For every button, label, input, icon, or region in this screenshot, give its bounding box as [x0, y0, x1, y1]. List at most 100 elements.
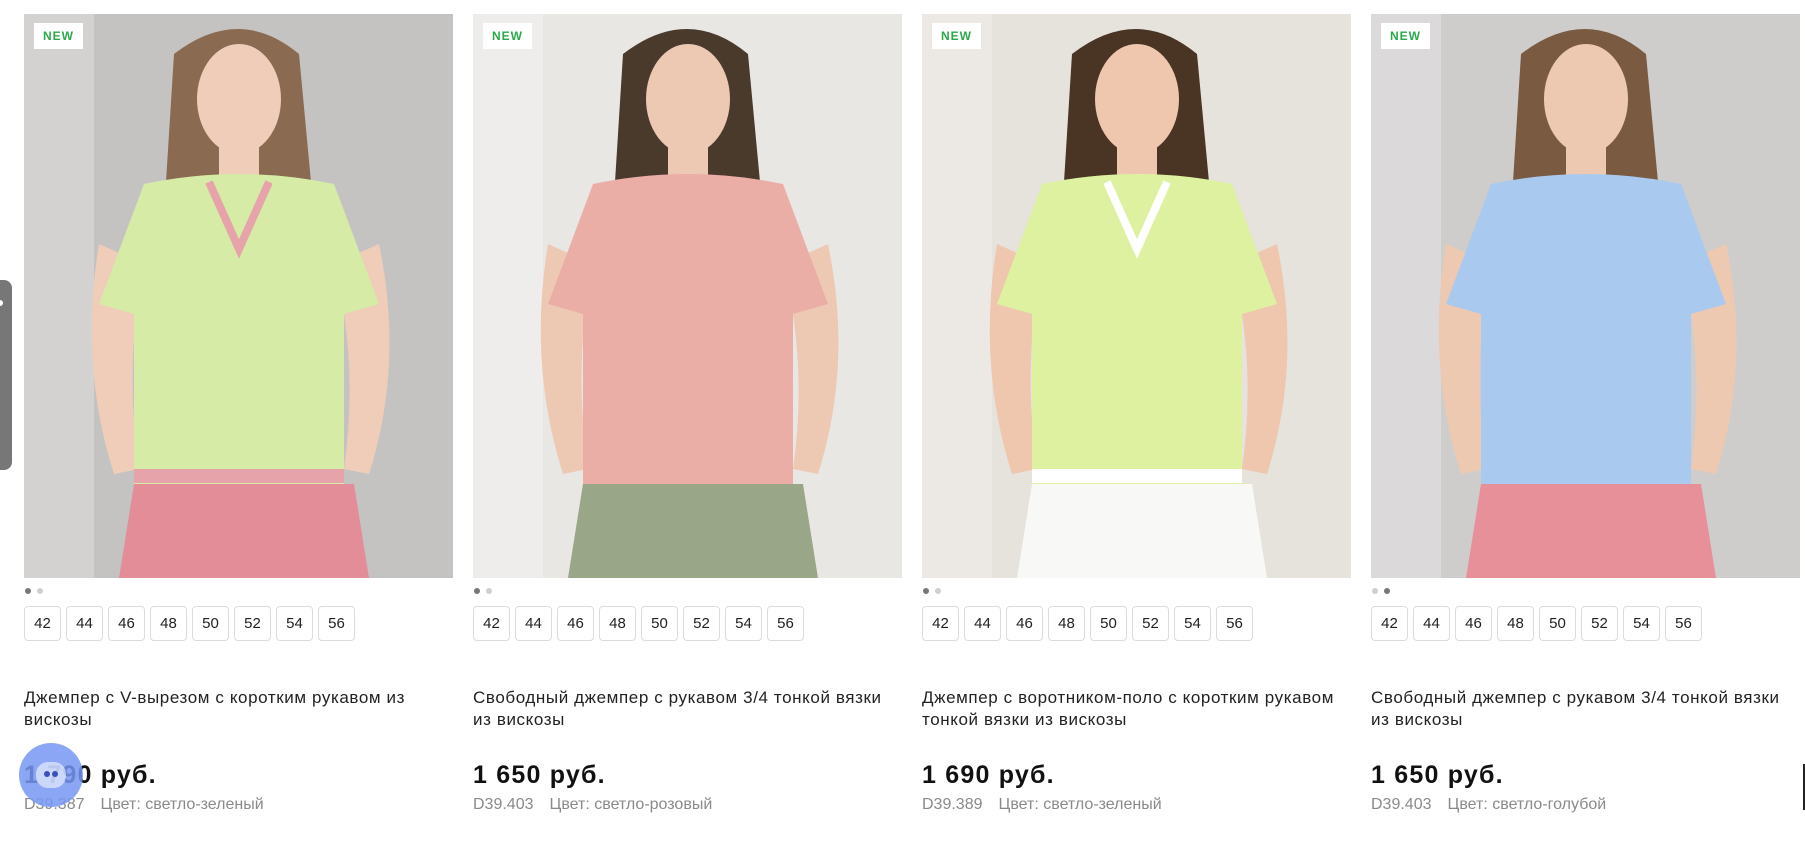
size-option[interactable]: 44	[515, 606, 552, 641]
product-price: 1 690 руб.	[922, 761, 1055, 789]
product-sku: D39.403	[473, 796, 534, 813]
product-name[interactable]: Джемпер с воротником-поло с коротким рук…	[922, 687, 1342, 731]
size-option[interactable]: 54	[1623, 606, 1660, 641]
model-bottom	[119, 484, 369, 578]
product-color: Цвет: светло-розовый	[549, 796, 713, 813]
carousel-dot[interactable]	[1372, 588, 1378, 594]
model-face	[646, 44, 730, 154]
size-option[interactable]: 56	[1665, 606, 1702, 641]
product-name[interactable]: Джемпер с V-вырезом с коротким рукавом и…	[24, 687, 444, 731]
chat-widget-button[interactable]	[19, 743, 83, 807]
product-photo[interactable]: NEW	[24, 14, 453, 578]
photo-wall-panel	[1371, 14, 1441, 578]
product-sku: D39.389	[922, 796, 983, 813]
model-bottom	[568, 484, 818, 578]
product-color: Цвет: светло-голубой	[1447, 796, 1607, 813]
product-name[interactable]: Свободный джемпер с рукавом 3/4 тонкой в…	[1371, 687, 1791, 731]
size-option[interactable]: 52	[1132, 606, 1169, 641]
carousel-dot[interactable]	[935, 588, 941, 594]
size-option[interactable]: 50	[641, 606, 678, 641]
size-option[interactable]: 52	[1581, 606, 1618, 641]
size-option[interactable]: 46	[108, 606, 145, 641]
product-price: 1 650 руб.	[1371, 761, 1504, 789]
size-option[interactable]: 44	[964, 606, 1001, 641]
model-hem-trim	[1032, 469, 1242, 483]
product-sku: D39.403	[1371, 796, 1432, 813]
new-badge: NEW	[932, 23, 981, 49]
size-option[interactable]: 42	[1371, 606, 1408, 641]
size-option[interactable]: 46	[557, 606, 594, 641]
image-carousel-dots[interactable]	[24, 587, 453, 595]
size-option[interactable]: 48	[599, 606, 636, 641]
chat-bot-icon	[36, 762, 66, 788]
model-top	[99, 174, 379, 484]
size-option[interactable]: 50	[1539, 606, 1576, 641]
size-selector: 42 44 46 48 50 52 54 56	[473, 606, 902, 641]
product-photo[interactable]: NEW	[922, 14, 1351, 578]
size-option[interactable]: 50	[1090, 606, 1127, 641]
product-meta: D39.403 Цвет: светло-голубой	[1371, 796, 1800, 814]
product-name[interactable]: Свободный джемпер с рукавом 3/4 тонкой в…	[473, 687, 893, 731]
size-option[interactable]: 56	[767, 606, 804, 641]
model-hem-trim	[134, 469, 344, 483]
size-option[interactable]: 42	[922, 606, 959, 641]
carousel-dot[interactable]	[923, 588, 929, 594]
carousel-dot[interactable]	[486, 588, 492, 594]
model-photo	[1371, 14, 1800, 578]
image-carousel-dots[interactable]	[922, 587, 1351, 595]
photo-wall-panel	[473, 14, 543, 578]
size-selector: 42 44 46 48 50 52 54 56	[922, 606, 1351, 641]
model-photo	[473, 14, 902, 578]
carousel-dot[interactable]	[25, 588, 31, 594]
model-face	[1544, 44, 1628, 154]
carousel-dot[interactable]	[1384, 588, 1390, 594]
carousel-dot[interactable]	[37, 588, 43, 594]
product-grid: NEW 42 44 46 48 50 52 54 56 Джемпер с V-…	[24, 14, 1800, 814]
size-option[interactable]: 48	[150, 606, 187, 641]
size-option[interactable]: 54	[1174, 606, 1211, 641]
product-price: 1 790 руб.	[24, 761, 157, 789]
product-photo[interactable]: NEW	[473, 14, 902, 578]
product-photo[interactable]: NEW	[1371, 14, 1800, 578]
model-top	[997, 174, 1277, 484]
size-option[interactable]: 54	[725, 606, 762, 641]
size-option[interactable]: 48	[1048, 606, 1085, 641]
size-option[interactable]: 42	[24, 606, 61, 641]
photo-wall-panel	[24, 14, 94, 578]
product-card[interactable]: NEW 42 44 46 48 50 52 54 56 Свободный дж…	[1371, 14, 1800, 814]
photo-wall-panel	[922, 14, 992, 578]
product-card[interactable]: NEW 42 44 46 48 50 52 54 56 Джемпер с V-…	[24, 14, 453, 814]
size-option[interactable]: 52	[683, 606, 720, 641]
model-hem-trim	[1481, 469, 1691, 483]
model-bottom	[1466, 484, 1716, 578]
size-option[interactable]: 46	[1006, 606, 1043, 641]
size-option[interactable]: 56	[1216, 606, 1253, 641]
new-badge: NEW	[483, 23, 532, 49]
size-option[interactable]: 52	[234, 606, 271, 641]
size-option[interactable]: 54	[276, 606, 313, 641]
side-panel-handle[interactable]	[0, 280, 12, 470]
size-option[interactable]: 44	[66, 606, 103, 641]
size-option[interactable]: 48	[1497, 606, 1534, 641]
image-carousel-dots[interactable]	[1371, 587, 1800, 595]
carousel-dot[interactable]	[474, 588, 480, 594]
size-option[interactable]: 42	[473, 606, 510, 641]
model-top	[548, 174, 828, 484]
product-color: Цвет: светло-зеленый	[998, 796, 1162, 813]
size-selector: 42 44 46 48 50 52 54 56	[24, 606, 453, 641]
size-option[interactable]: 44	[1413, 606, 1450, 641]
product-price: 1 650 руб.	[473, 761, 606, 789]
product-meta: D39.389 Цвет: светло-зеленый	[922, 796, 1351, 814]
image-carousel-dots[interactable]	[473, 587, 902, 595]
model-face	[197, 44, 281, 154]
new-badge: NEW	[1381, 23, 1430, 49]
model-photo	[922, 14, 1351, 578]
product-card[interactable]: NEW 42 44 46 48 50 52 54 56 Джемпер с во…	[922, 14, 1351, 814]
new-badge: NEW	[34, 23, 83, 49]
product-meta: D39.387 Цвет: светло-зеленый	[24, 796, 453, 814]
size-option[interactable]: 46	[1455, 606, 1492, 641]
size-option[interactable]: 50	[192, 606, 229, 641]
model-photo	[24, 14, 453, 578]
product-card[interactable]: NEW 42 44 46 48 50 52 54 56 Свободный дж…	[473, 14, 902, 814]
size-option[interactable]: 56	[318, 606, 355, 641]
